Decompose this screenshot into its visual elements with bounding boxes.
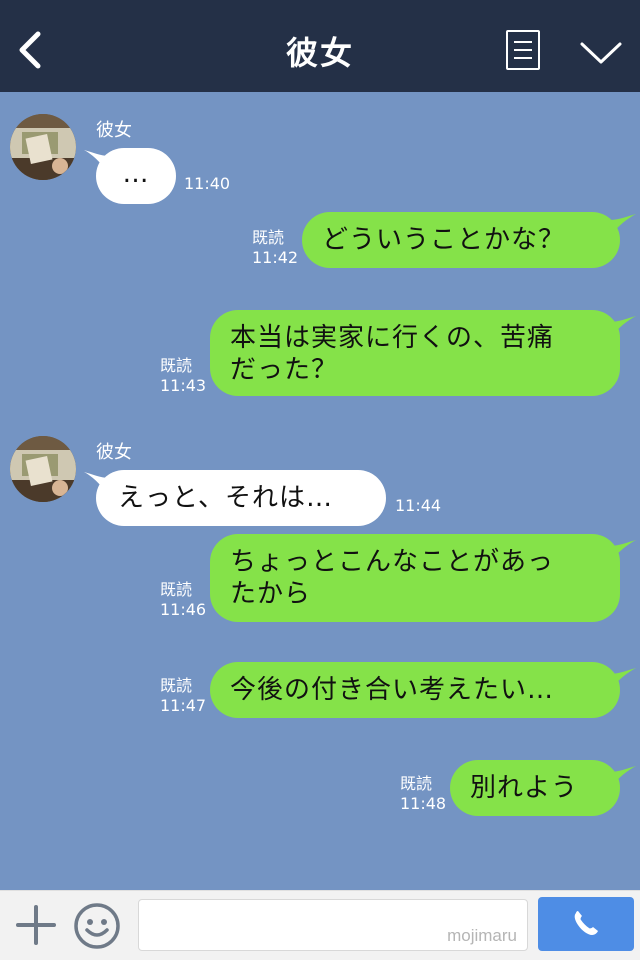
sender-name: 彼女 — [96, 120, 132, 141]
phone-icon — [574, 911, 598, 935]
bubble-tail — [608, 316, 636, 336]
sender-name: 彼女 — [96, 442, 132, 463]
message-text: … — [122, 159, 150, 189]
read-status: 既読 — [400, 774, 433, 793]
message-meta: 既読 11:43 — [160, 356, 206, 396]
plus-icon[interactable] — [14, 903, 58, 947]
message-text-line: たから — [230, 579, 312, 609]
message-input-bar: mojimaru — [0, 890, 640, 960]
chevron-down-icon[interactable] — [578, 38, 624, 68]
message-time: 11:44 — [395, 496, 442, 515]
message-text-line: だった？ — [230, 355, 339, 385]
message-time: 11:46 — [160, 600, 207, 619]
message-bubble[interactable]: ちょっとこんなことがあっ たから — [210, 534, 620, 622]
message-text: どういうことかな？ — [322, 225, 566, 255]
message-bubble[interactable]: … — [96, 148, 176, 204]
read-status: 既読 — [160, 676, 193, 695]
bubble-tail — [608, 540, 636, 560]
read-status: 既読 — [160, 580, 193, 599]
emoji-icon[interactable] — [72, 901, 122, 951]
message-meta: 既読 11:46 — [160, 580, 206, 620]
bubble-tail — [608, 766, 636, 786]
message-text: 別れよう — [470, 773, 579, 803]
message-time: 11:42 — [252, 248, 299, 267]
read-status: 既読 — [252, 228, 285, 247]
message-time: 11:43 — [160, 376, 207, 395]
chat-title: 彼女 — [285, 34, 354, 72]
message-bubble[interactable]: 本当は実家に行くの、苦痛 だった？ — [210, 310, 620, 396]
message-text-line: 本当は実家に行くの、苦痛 — [230, 323, 555, 353]
message-bubble[interactable]: 別れよう — [450, 760, 620, 816]
chat-header: 彼女 — [0, 0, 640, 92]
message-meta: 既読 11:42 — [252, 228, 298, 268]
message-text-line: ちょっとこんなことがあっ — [230, 547, 555, 577]
call-button[interactable] — [538, 897, 634, 951]
message-meta: 既読 11:47 — [160, 676, 206, 716]
message-time: 11:48 — [400, 794, 447, 813]
message-bubble[interactable]: えっと、それは… — [96, 470, 386, 526]
bubble-tail — [608, 668, 636, 688]
read-status: 既読 — [160, 356, 193, 375]
message-text: 今後の付き合い考えたい… — [230, 675, 555, 705]
message-bubble[interactable]: どういうことかな？ — [302, 212, 620, 268]
avatar-photo — [10, 114, 76, 180]
message-time: 11:40 — [184, 174, 231, 193]
watermark: mojimaru — [447, 926, 517, 945]
message-text: えっと、それは… — [118, 483, 333, 513]
avatar-photo — [10, 436, 76, 502]
message-input[interactable]: mojimaru — [138, 899, 528, 951]
bubble-tail — [608, 214, 636, 234]
avatar[interactable] — [10, 436, 76, 502]
message-time: 11:47 — [160, 696, 207, 715]
message-bubble[interactable]: 今後の付き合い考えたい… — [210, 662, 620, 718]
menu-icon[interactable] — [506, 30, 540, 70]
chat-area[interactable]: 彼女 … 11:40 既読 11:42 どういうことかな？ 既読 11:43 本… — [0, 92, 640, 890]
message-meta: 既読 11:48 — [400, 774, 446, 814]
avatar[interactable] — [10, 114, 76, 180]
